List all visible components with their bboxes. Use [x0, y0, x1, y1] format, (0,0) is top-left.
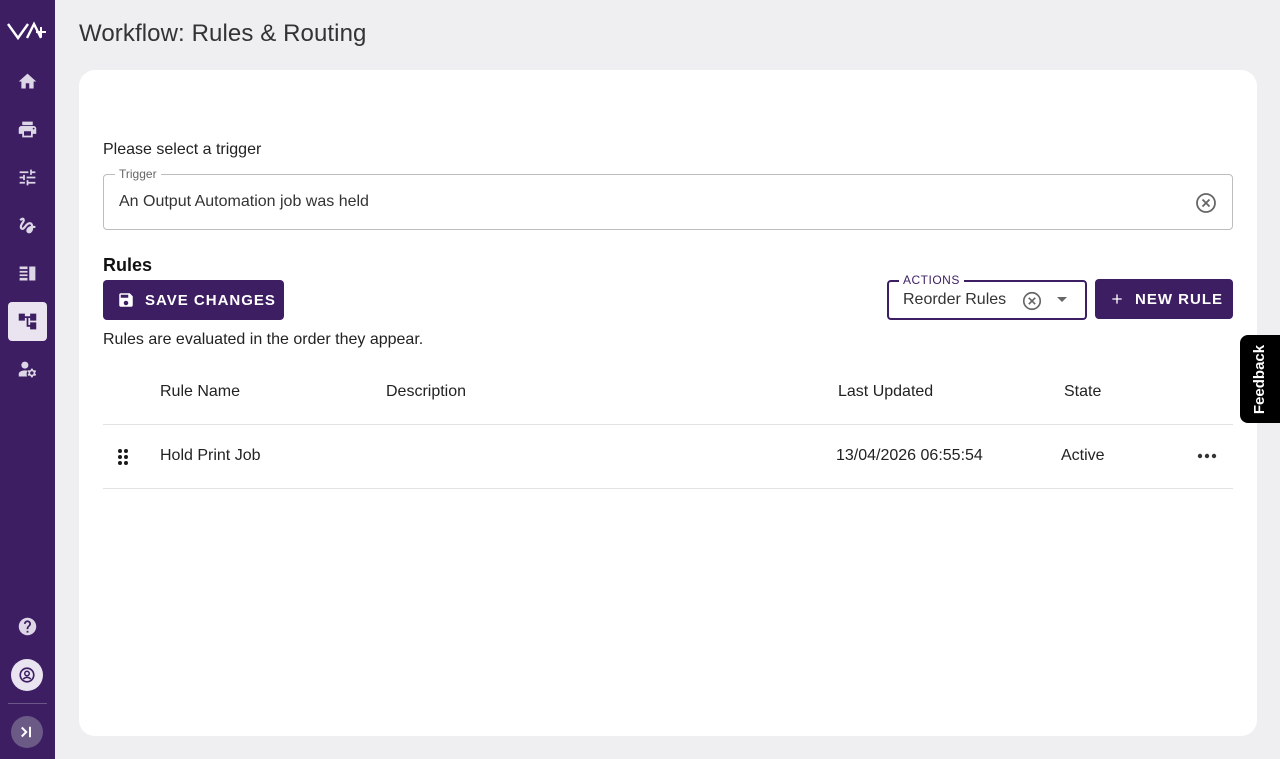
sidebar-item-help[interactable]: [8, 607, 47, 646]
trigger-select[interactable]: Trigger An Output Automation job was hel…: [103, 167, 1233, 230]
feedback-tab[interactable]: Feedback: [1240, 335, 1280, 423]
new-rule-label: NEW RULE: [1135, 290, 1223, 308]
actions-value: Reorder Rules: [903, 291, 1007, 308]
rules-note: Rules are evaluated in the order they ap…: [103, 331, 424, 348]
column-header-state[interactable]: State: [1064, 383, 1101, 401]
sidebar-item-print[interactable]: [8, 110, 47, 149]
expand-sidebar-button[interactable]: [11, 716, 43, 748]
rules-heading: Rules: [103, 255, 153, 275]
page-title: Workflow: Rules & Routing: [79, 20, 367, 47]
more-options-icon[interactable]: [1197, 453, 1217, 459]
clear-trigger-icon[interactable]: [1194, 191, 1218, 215]
rule-name-cell: Hold Print Job: [160, 447, 261, 464]
sidebar-divider: [8, 703, 47, 704]
main-card: Please select a trigger Trigger An Outpu…: [79, 70, 1257, 736]
plus-icon: [1112, 294, 1122, 304]
clear-actions-icon[interactable]: [1021, 290, 1043, 312]
sidebar-item-signature[interactable]: [8, 206, 47, 245]
view-list-icon: [19, 266, 36, 281]
printer-icon: [18, 121, 37, 138]
chevron-down-icon[interactable]: [1057, 297, 1067, 302]
tune-icon: [19, 169, 36, 186]
feedback-label: Feedback: [1251, 344, 1269, 414]
trigger-value: An Output Automation job was held: [119, 193, 369, 210]
drag-handle-icon[interactable]: [117, 448, 129, 466]
app-logo-icon[interactable]: [7, 20, 47, 42]
save-icon: [119, 293, 133, 307]
table-row[interactable]: Hold Print Job 13/04/2026 06:55:54 Activ…: [103, 425, 1233, 489]
column-header-last-updated[interactable]: Last Updated: [838, 383, 933, 401]
sidebar-item-home[interactable]: [8, 62, 47, 101]
workflow-tree-icon: [18, 313, 37, 330]
table-header: Rule Name Description Last Updated State: [103, 366, 1233, 425]
rules-table: Rule Name Description Last Updated State…: [103, 366, 1233, 489]
signature-icon: [19, 217, 36, 234]
help-icon: [18, 617, 37, 636]
save-changes-label: SAVE CHANGES: [145, 291, 276, 309]
column-header-rule-name[interactable]: Rule Name: [160, 383, 240, 401]
expand-sidebar-icon: [21, 726, 31, 738]
account-avatar[interactable]: [11, 659, 43, 691]
sidebar-item-user-settings[interactable]: [8, 350, 47, 389]
home-icon: [18, 73, 37, 89]
sidebar-item-workflow[interactable]: [8, 302, 47, 341]
user-settings-icon: [18, 361, 37, 378]
actions-select[interactable]: ACTIONS Reorder Rules: [887, 273, 1087, 320]
column-header-description[interactable]: Description: [386, 383, 466, 401]
sidebar-item-list[interactable]: [8, 254, 47, 293]
actions-label: ACTIONS: [899, 273, 964, 287]
save-changes-button[interactable]: SAVE CHANGES: [103, 280, 284, 320]
trigger-prompt: Please select a trigger: [103, 141, 262, 158]
account-icon: [19, 667, 35, 683]
sidebar-item-settings[interactable]: [8, 158, 47, 197]
rule-state-cell: Active: [1061, 447, 1105, 464]
new-rule-button[interactable]: NEW RULE: [1095, 279, 1233, 319]
trigger-label: Trigger: [115, 167, 161, 181]
sidebar: [0, 0, 55, 759]
rule-last-updated-cell: 13/04/2026 06:55:54: [836, 447, 983, 464]
